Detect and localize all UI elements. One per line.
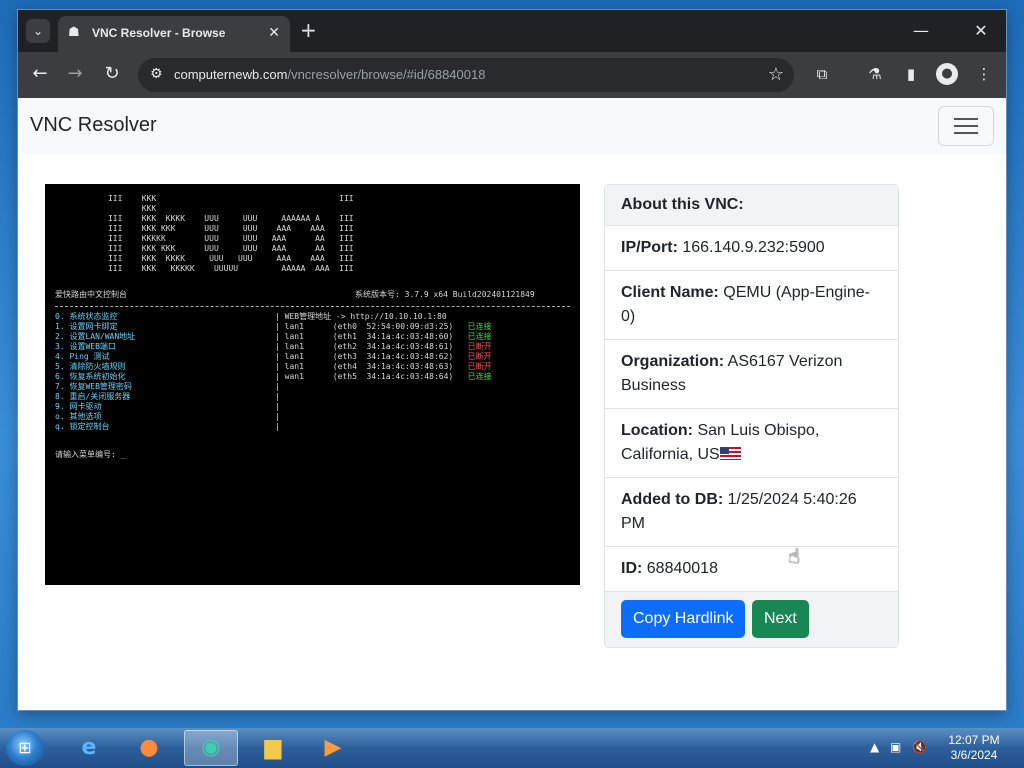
terminal-menu-item: 3. 设置WEB端口 [55,342,116,351]
start-button-windows-icon[interactable]: ⊞ [6,730,44,766]
url-path: /vncresolver/browse/#id/68840018 [287,67,486,82]
browser-taskbar-icon[interactable]: ◉ [184,730,238,766]
tab-strip: ⌄ ☗ VNC Resolver - Browse ✕ + — ✕ [18,10,1006,52]
maximize-icon[interactable] [924,18,950,44]
navbar-toggler-hamburger-icon[interactable] [938,106,994,146]
terminal-nic-list: lan1 (eth0 52:54:00:09:d3:25) 已连接 lan1 (… [275,322,492,382]
labs-flask-icon[interactable]: ⚗ [864,63,886,85]
volume-muted-icon[interactable]: 🔇 [912,740,927,754]
web-page: VNC Resolver III KKK III KKK III KKK KKK… [18,98,1006,710]
organization-row: Organization: AS6167 Verizon Business [605,340,898,409]
site-navbar: VNC Resolver [18,98,1006,154]
terminal-nic-row: wan1 (eth5 34:1a:4c:03:48:64) 已连接 [275,372,492,381]
internet-explorer-icon[interactable]: e [62,730,116,766]
added-label: Added to DB: [621,491,724,508]
browser-toolbar: ← → ↻ ⚙ computernewb.com/vncresolver/bro… [18,52,1006,98]
terminal-menu-item: 2. 设置LAN/WAN地址 [55,332,136,341]
side-panel-icon[interactable]: ▮ [900,63,922,85]
terminal-menu-item: 7. 恢复WEB管理密码 [55,382,132,391]
clock-date: 3/6/2024 [950,748,998,762]
location-row: Location: San Luis Obispo, California, U… [605,409,898,478]
vnc-info-card: About this VNC: IP/Port: 166.140.9.232:5… [604,184,899,648]
close-window-icon[interactable]: ✕ [968,18,994,44]
terminal-menu-item: 6. 恢复系统初始化 [55,372,126,381]
taskbar: ⊞ e ● ◉ ▆ ▶ ▲ ▣ 🔇 12:07 PM 3/6/2024 [0,728,1024,768]
terminal-menu-item: 0. 系统状态监控 [55,312,118,321]
client-name-label: Client Name: [621,284,719,301]
tab-active[interactable]: ☗ VNC Resolver - Browse ✕ [58,16,290,52]
network-icon[interactable]: ▣ [890,740,901,754]
reload-icon[interactable]: ↻ [101,63,123,85]
terminal-menu-item: 8. 重启/关闭服务器 [55,392,131,401]
bookmark-star-icon[interactable]: ☆ [768,64,784,85]
terminal-menu-item: 1. 设置网卡绑定 [55,322,118,331]
terminal-title-left: 爱快路由中文控制台 [55,290,127,299]
site-brand[interactable]: VNC Resolver [30,114,157,137]
file-explorer-folder-icon[interactable]: ▆ [246,730,300,766]
browser-window: ⌄ ☗ VNC Resolver - Browse ✕ + — ✕ ← → ↻ … [18,10,1006,710]
terminal-web-line: | WEB管理地址 -> http://10.10.10.1:80 [275,312,447,321]
added-row: Added to DB: 1/25/2024 5:40:26 PM [605,478,898,547]
copy-hardlink-button[interactable]: Copy Hardlink [621,600,746,638]
favicon-icon: ☗ [68,25,80,40]
tray-show-hidden-icon[interactable]: ▲ [870,740,879,754]
terminal-menu: 0. 系统状态监控 1. 设置网卡绑定 2. 设置LAN/WAN地址 3. 设置WEB… [55,312,135,432]
site-settings-icon[interactable]: ⚙ [150,66,163,82]
terminal-separators: | | | | | | | | | | | [275,322,280,431]
terminal-menu-item: o. 其他选项 [55,412,102,421]
terminal-version: 系统版本号: 3.7.9 x64 Build202401121849 [355,290,535,299]
address-bar[interactable]: ⚙ computernewb.com/vncresolver/browse/#i… [138,58,794,92]
location-label: Location: [621,422,693,439]
ip-port-value: 166.140.9.232:5900 [682,239,825,256]
terminal-nic-row: lan1 (eth2 34:1a:4c:03:48:61) 已断开 [275,342,492,351]
terminal-divider [55,306,570,307]
terminal-prompt: 请输入菜单编号: _ [55,450,126,459]
terminal-nic-row: lan1 (eth3 34:1a:4c:03:48:62) 已断开 [275,352,492,361]
extensions-icon[interactable]: ⧉ [811,63,833,85]
ip-port-row: IP/Port: 166.140.9.232:5900 [605,226,898,271]
new-tab-plus-icon[interactable]: + [300,20,317,40]
url-host: computernewb.com [174,67,288,82]
forward-arrow-icon[interactable]: → [64,63,86,85]
menu-kebab-icon[interactable]: ⋮ [973,63,995,85]
terminal-menu-item: 9. 网卡驱动 [55,402,102,411]
card-footer: Copy Hardlink Next [605,592,898,647]
firefox-icon[interactable]: ● [122,730,176,766]
terminal-menu-item: 5. 清除防火墙规则 [55,362,126,371]
profile-avatar-icon[interactable]: ● [936,63,958,85]
card-header: About this VNC: [605,185,898,226]
hand-cursor-icon: ☝ [788,544,801,568]
taskbar-clock[interactable]: 12:07 PM 3/6/2024 [946,733,1002,763]
terminal-menu-item: 4. Ping 测试 [55,352,110,361]
organization-label: Organization: [621,353,725,370]
terminal-nic-row: lan1 (eth1 34:1a:4c:03:48:60) 已连接 [275,332,492,341]
terminal-nic-row: lan1 (eth4 34:1a:4c:03:48:63) 已断开 [275,362,492,371]
media-player-icon[interactable]: ▶ [306,730,360,766]
back-arrow-icon[interactable]: ← [29,63,51,85]
client-name-row: Client Name: QEMU (App-Engine-0) [605,271,898,340]
vnc-screenshot: III KKK III KKK III KKK KKKK UUU UUU AAA… [45,184,580,585]
tab-title: VNC Resolver - Browse [92,26,226,40]
clock-time: 12:07 PM [948,733,1000,747]
url-text: computernewb.com/vncresolver/browse/#id/… [174,67,485,82]
us-flag-icon [719,447,741,461]
tab-search-chevron-icon[interactable]: ⌄ [26,19,50,43]
ip-port-label: IP/Port: [621,239,678,256]
tab-close-icon[interactable]: ✕ [268,25,280,41]
next-button[interactable]: Next [751,600,809,638]
terminal-banner: III KKK III KKK III KKK KKKK UUU UUU AAA… [107,194,354,273]
terminal-menu-item: q. 锁定控制台 [55,422,110,431]
id-row: ID: 68840018 [605,547,898,592]
id-label: ID: [621,560,643,577]
terminal-nic-row: lan1 (eth0 52:54:00:09:d3:25) 已连接 [275,322,492,331]
id-value: 68840018 [646,560,718,577]
